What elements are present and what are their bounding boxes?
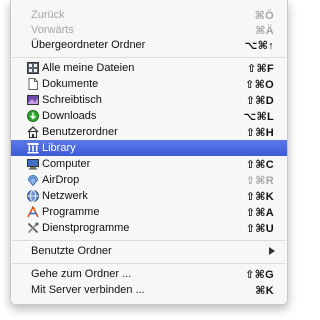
applications-icon xyxy=(27,206,39,218)
menu-item-go-to-folder[interactable]: Gehe zum Ordner ... ⇧⌘G xyxy=(11,266,287,282)
all-files-icon xyxy=(27,62,39,74)
menu-item-label: AirDrop xyxy=(42,174,80,186)
menu-item-label: Alle meine Dateien xyxy=(42,62,135,74)
menu-item-label: Mit Server verbinden ... xyxy=(31,284,145,296)
menu-item-label: Netzwerk xyxy=(42,190,88,202)
menu-item-shortcut: ⌘Ö xyxy=(254,9,274,22)
menu-item-label: Benutzte Ordner xyxy=(31,245,112,257)
go-menu: Zurück ⌘Ö Vorwärts ⌘Ä Übergeordneter Ord… xyxy=(10,0,288,305)
home-icon xyxy=(27,126,39,138)
menu-item-shortcut: ⇧⌘O xyxy=(245,78,274,91)
menu-item-forward[interactable]: Vorwärts ⌘Ä xyxy=(11,22,287,38)
menu-item-label: Benutzerordner xyxy=(42,126,118,138)
menu-item-shortcut: ⌘K xyxy=(255,284,274,297)
menu-item-library[interactable]: Library xyxy=(11,140,287,156)
airdrop-icon xyxy=(27,174,39,186)
menu-item-label: Library xyxy=(42,142,76,154)
menu-item-label: Downloads xyxy=(42,110,97,122)
menu-item-label: Übergeordneter Ordner xyxy=(31,39,146,51)
menu-item-shortcut: ⌥⌘L xyxy=(243,110,274,123)
downloads-icon xyxy=(27,110,39,122)
menu-item-back[interactable]: Zurück ⌘Ö xyxy=(11,7,287,23)
menu-item-desktop[interactable]: Schreibtisch ⇧⌘D xyxy=(11,92,287,108)
menu-item-all-my-files[interactable]: Alle meine Dateien ⇧⌘F xyxy=(11,60,287,76)
menu-item-shortcut: ⇧⌘A xyxy=(245,206,274,219)
menu-item-shortcut: ⇧⌘R xyxy=(245,174,274,187)
menu-item-connect-to-server[interactable]: Mit Server verbinden ... ⌘K xyxy=(11,282,287,298)
menu-separator xyxy=(12,240,286,241)
desktop-icon xyxy=(27,94,39,106)
menu-item-label: Computer xyxy=(42,158,91,170)
menu-item-parent-folder[interactable]: Übergeordneter Ordner ⌥⌘↑ xyxy=(11,37,287,53)
menu-item-shortcut: ⌘Ä xyxy=(255,24,274,37)
menu-item-applications[interactable]: Programme ⇧⌘A xyxy=(11,204,287,220)
menu-item-shortcut: ⇧⌘F xyxy=(246,62,274,75)
library-icon xyxy=(27,142,39,154)
menu-item-shortcut: ⌥⌘↑ xyxy=(244,39,274,52)
menu-separator xyxy=(12,263,286,264)
menu-item-shortcut: ⇧⌘U xyxy=(245,222,274,235)
menu-item-shortcut: ⇧⌘G xyxy=(245,268,274,281)
menu-item-home[interactable]: Benutzerordner ⇧⌘H xyxy=(11,124,287,140)
menu-item-shortcut: ⇧⌘K xyxy=(245,190,274,203)
utilities-icon xyxy=(27,222,39,234)
menu-item-computer[interactable]: Computer ⇧⌘C xyxy=(11,156,287,172)
menu-item-label: Gehe zum Ordner ... xyxy=(31,268,132,280)
documents-icon xyxy=(27,78,39,90)
menu-separator xyxy=(12,57,286,58)
menu-item-label: Vorwärts xyxy=(31,24,74,36)
menu-item-utilities[interactable]: Dienstprogramme ⇧⌘U xyxy=(11,220,287,236)
menu-item-label: Programme xyxy=(42,206,100,218)
menu-item-shortcut: ⇧⌘D xyxy=(245,94,274,107)
menu-item-downloads[interactable]: Downloads ⌥⌘L xyxy=(11,108,287,124)
menu-item-label: Dokumente xyxy=(42,78,99,90)
submenu-arrow-icon xyxy=(269,247,275,255)
menu-item-shortcut: ⇧⌘C xyxy=(245,158,274,171)
menu-item-label: Zurück xyxy=(31,9,65,21)
menu-item-network[interactable]: Netzwerk ⇧⌘K xyxy=(11,188,287,204)
menu-item-label: Dienstprogramme xyxy=(42,222,130,234)
menu-item-label: Schreibtisch xyxy=(42,94,102,106)
menu-item-airdrop[interactable]: AirDrop ⇧⌘R xyxy=(11,172,287,188)
menu-item-recent-folders[interactable]: Benutzte Ordner xyxy=(11,243,287,259)
menu-item-shortcut: ⇧⌘H xyxy=(245,126,274,139)
menu-item-documents[interactable]: Dokumente ⇧⌘O xyxy=(11,76,287,92)
network-icon xyxy=(27,190,39,202)
computer-icon xyxy=(27,158,39,170)
